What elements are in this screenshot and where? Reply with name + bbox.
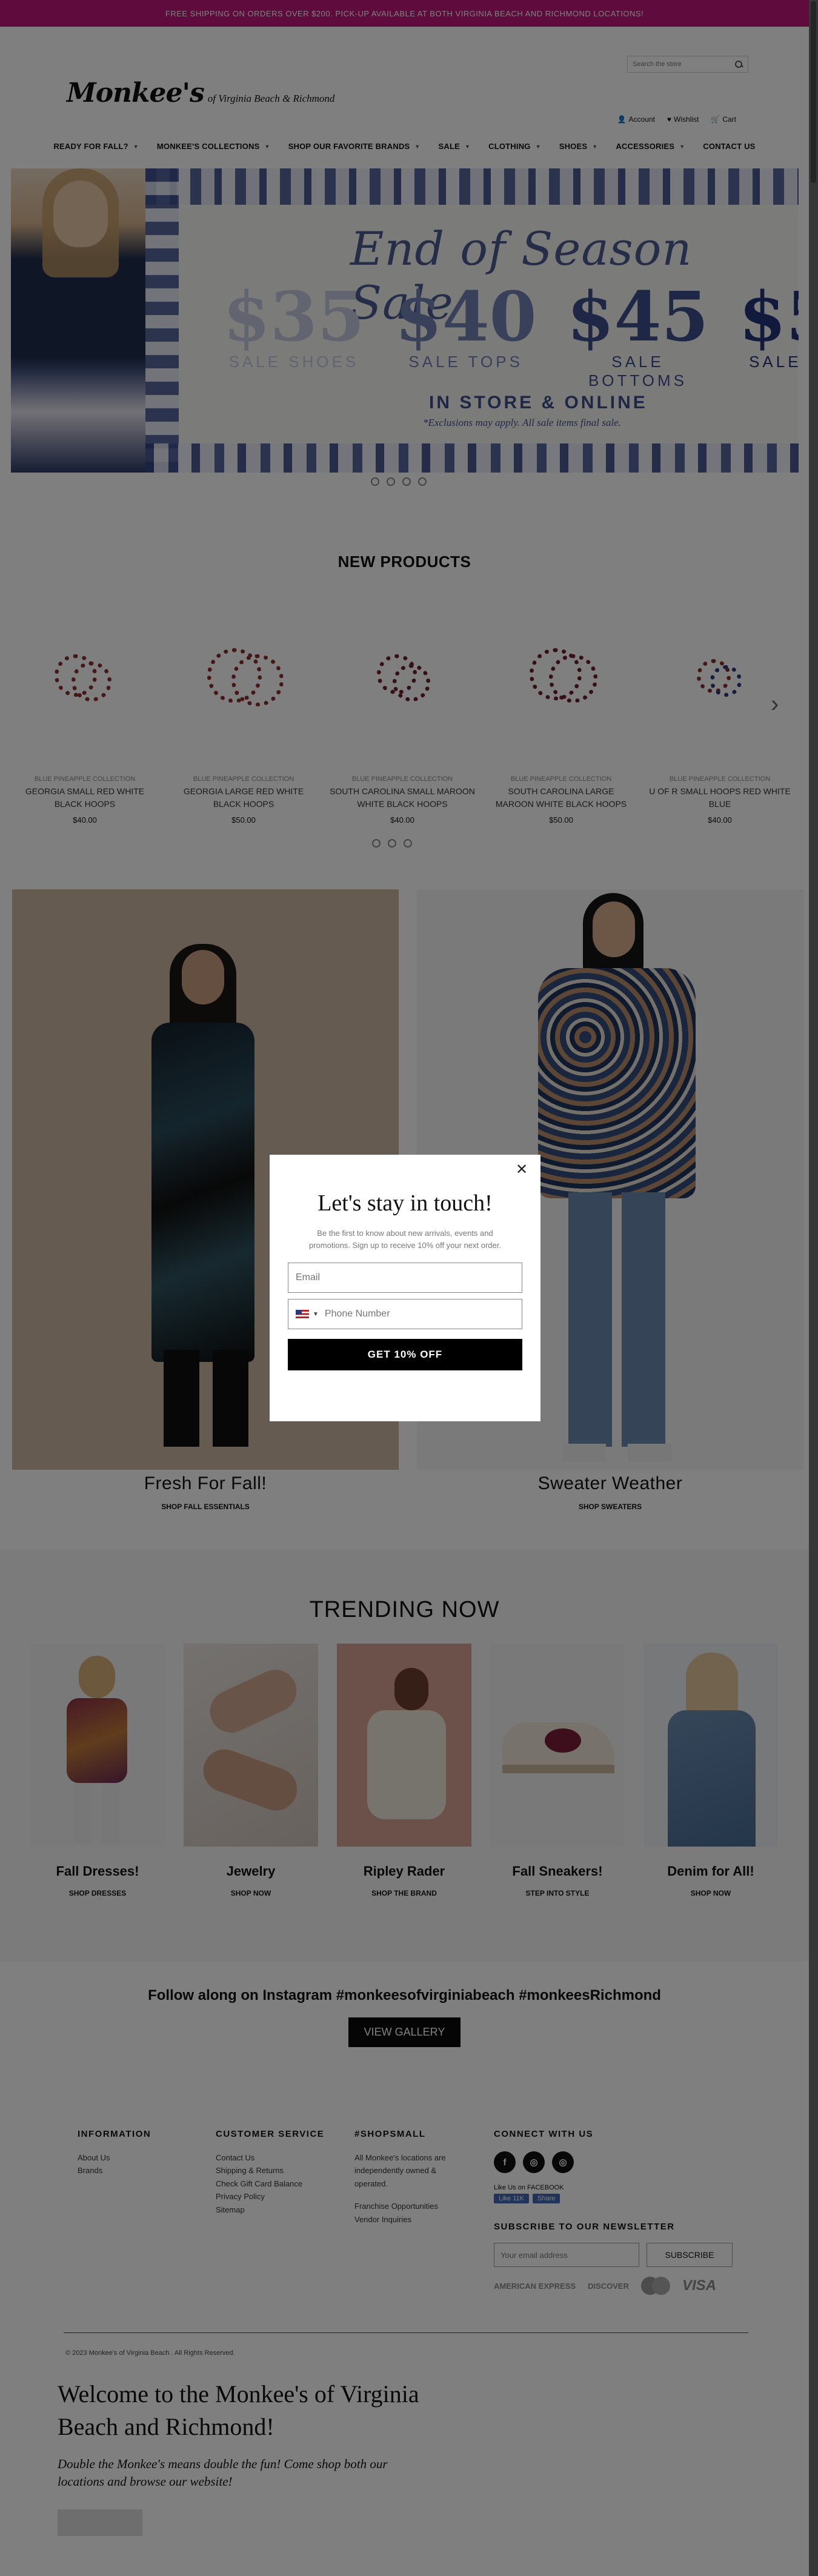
chevron-down-icon[interactable]: ▼: [313, 1311, 319, 1318]
popup-title: Let's stay in touch!: [318, 1190, 493, 1216]
popup-phone-input[interactable]: [324, 1309, 514, 1320]
get-discount-button[interactable]: GET 10% OFF: [288, 1339, 522, 1371]
us-flag-icon[interactable]: [296, 1310, 309, 1319]
popup-email-field[interactable]: [288, 1263, 522, 1293]
popup-text: Be the first to know about new arrivals,…: [309, 1229, 501, 1250]
popup-email-input[interactable]: [296, 1272, 514, 1284]
close-icon[interactable]: ✕: [514, 1162, 530, 1178]
signup-popup: ✕ Let's stay in touch! Be the first to k…: [270, 1155, 540, 1421]
popup-phone-field[interactable]: ▼: [288, 1299, 522, 1330]
